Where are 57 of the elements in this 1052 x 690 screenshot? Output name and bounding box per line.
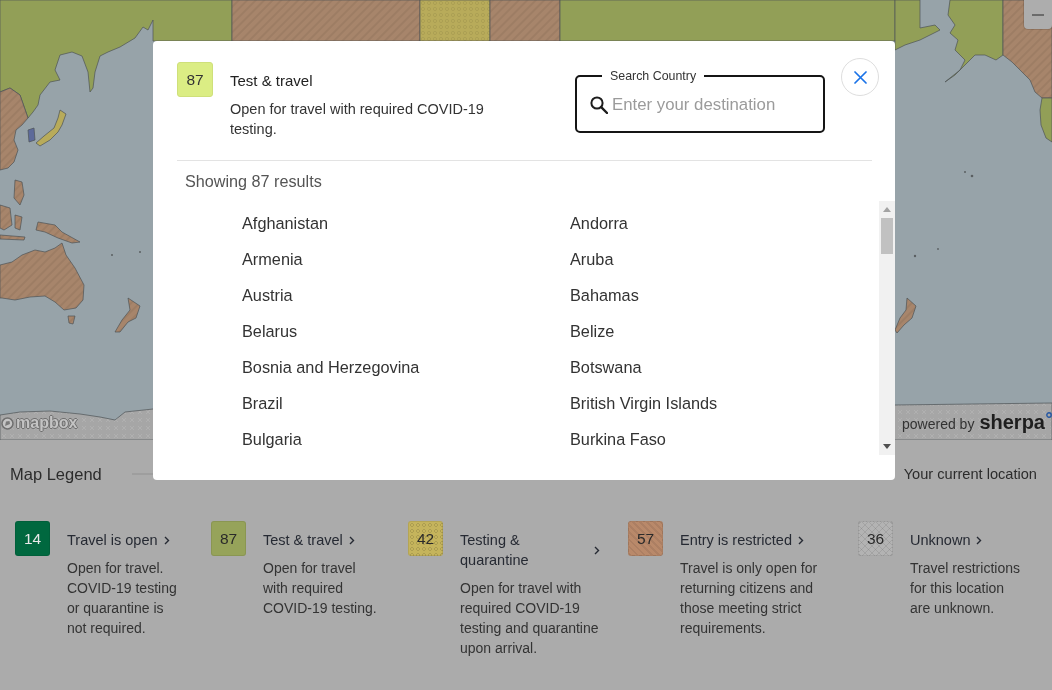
country-item[interactable]: Bahamas (570, 285, 639, 305)
chevron-right-icon (348, 535, 355, 545)
country-item[interactable]: British Virgin Islands (570, 393, 718, 413)
chevron-right-icon (594, 545, 600, 555)
country-item[interactable]: Botswana (570, 357, 642, 377)
country-item[interactable]: Armenia (242, 249, 303, 269)
category-description: Open for travel with required COVID-19 testing. (230, 100, 485, 139)
country-item[interactable]: Andorra (570, 213, 628, 233)
category-description: Travel restrictions for this location are unknown. (910, 559, 1021, 618)
scrollbar[interactable] (879, 201, 895, 455)
search-input[interactable]: Enter your destination (612, 95, 815, 115)
country-item[interactable]: Bosnia and Herzegovina (242, 357, 420, 377)
logo-icon (1, 416, 14, 430)
field-label: Search Country (609, 69, 698, 83)
scroll-thumb[interactable] (881, 218, 893, 254)
country-item[interactable]: Belarus (242, 321, 298, 341)
chevron-right-icon (163, 535, 170, 545)
caret-down-icon[interactable] (883, 444, 891, 449)
category-description: Open for travel with required COVID-19 testing and quarantine upon arrival. (460, 579, 600, 658)
country-item[interactable]: Afghanistan (242, 213, 328, 233)
category-description: Travel is only open for returning citizens and those meeting strict requirements. (680, 559, 819, 638)
country-item[interactable]: Brazil (242, 393, 283, 413)
search-field[interactable]: Search Country Enter your destination (575, 69, 825, 133)
country-item[interactable]: Belize (570, 321, 615, 341)
category-description: Open for travel with required COVID-19 testing. (263, 559, 378, 618)
country-item[interactable]: Aruba (570, 249, 614, 269)
results-count: Showing 87 results (184, 171, 323, 191)
category-link[interactable]: Test & travel (263, 530, 355, 550)
legend-title: Map Legend (10, 464, 102, 484)
close-icon (853, 70, 867, 84)
country-item[interactable]: Austria (242, 285, 293, 305)
count-badge: 42 (408, 521, 443, 556)
count-badge: 57 (628, 521, 663, 556)
current-location-label: Your current location (903, 465, 1037, 484)
ring-icon (1046, 412, 1052, 418)
count-badge: 87 (211, 521, 246, 556)
category-link[interactable]: Entry is restricted (680, 530, 804, 550)
category-link[interactable]: Testing & quarantine (460, 530, 600, 570)
close-button[interactable] (841, 58, 879, 96)
zoom-out-button[interactable] (1024, 0, 1052, 29)
category-link[interactable]: Unknown (910, 530, 983, 550)
count-badge: 36 (858, 521, 893, 556)
count-badge: 87 (177, 62, 213, 97)
chevron-right-icon (976, 535, 983, 545)
category-description: Open for travel. COVID-19 testing or quarantine is not required. (67, 559, 178, 638)
attribution-text: mapbox (16, 414, 78, 432)
minus-icon (1032, 13, 1044, 16)
country-item[interactable]: Burkina Faso (570, 429, 666, 449)
search-icon (590, 96, 608, 114)
country-item[interactable]: Bulgaria (242, 429, 302, 449)
caret-up-icon[interactable] (883, 207, 891, 212)
chevron-right-icon (798, 535, 804, 545)
category-title: Test & travel (230, 71, 314, 91)
category-link[interactable]: Travel is open (67, 530, 170, 550)
count-badge: 14 (15, 521, 50, 556)
brand-logo-text: sherpa (979, 411, 1045, 434)
powered-by-text: powered by (902, 415, 975, 434)
